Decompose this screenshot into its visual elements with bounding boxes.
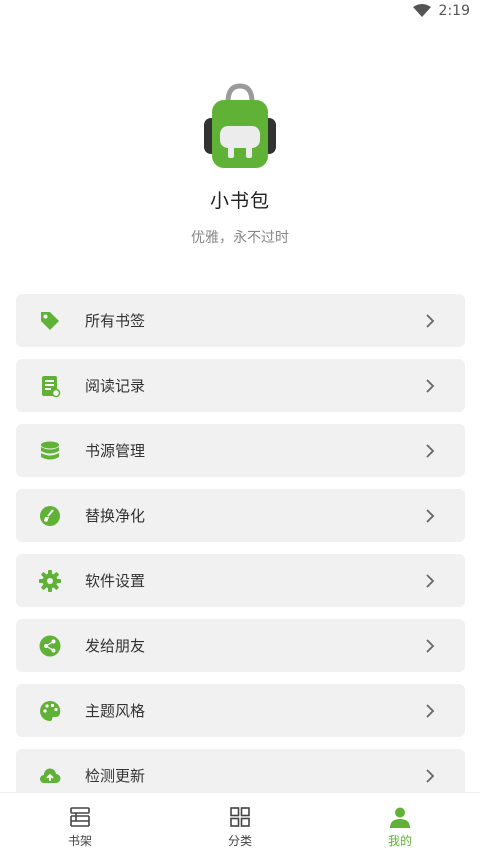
status-bar: 2:19 [0,0,480,24]
backpack-icon [204,83,276,168]
chevron-right-icon [426,768,435,783]
profile-header: 小书包 优雅，永不过时 [0,80,480,247]
app-logo [192,80,288,176]
bookmark-tag-icon [39,310,61,332]
nav-tab-category[interactable]: 分类 [160,793,320,854]
chevron-right-icon [426,638,435,653]
menu-item-settings[interactable]: 软件设置 [16,554,465,607]
cloud-upload-icon [39,765,61,787]
menu-label: 所有书签 [85,312,146,330]
database-icon [39,440,61,462]
app-slogan: 优雅，永不过时 [191,230,289,246]
share-icon [39,635,61,657]
chevron-right-icon [426,443,435,458]
bookshelf-icon [70,807,90,827]
menu-label: 替换净化 [85,507,146,525]
wifi-icon [412,4,431,17]
menu-item-replace-clean[interactable]: 替换净化 [16,489,465,542]
nav-tab-mine[interactable]: 我的 [320,793,480,854]
menu-item-share[interactable]: 发给朋友 [16,619,465,672]
status-time: 2:19 [438,3,470,19]
chevron-right-icon [426,508,435,523]
chevron-right-icon [426,573,435,588]
menu-label: 软件设置 [85,572,146,590]
chevron-right-icon [426,703,435,718]
chevron-right-icon [426,378,435,393]
person-icon [390,807,410,828]
menu-label: 阅读记录 [85,377,146,395]
menu-label: 主题风格 [85,702,146,720]
menu-label: 发给朋友 [85,637,146,655]
nav-label: 我的 [387,834,412,848]
chevron-right-icon [426,313,435,328]
reading-history-icon [39,375,61,397]
grid-icon [230,807,250,827]
bottom-navigation: 书架 分类 我的 [0,792,480,854]
gear-icon [39,569,61,592]
app-name: 小书包 [209,190,270,212]
menu-item-reading-history[interactable]: 阅读记录 [16,359,465,412]
menu-item-theme[interactable]: 主题风格 [16,684,465,737]
settings-menu: 所有书签 阅读记录 书源管理 替换净化 软件设置 发给朋友 主题风格 检测更新 [16,294,465,814]
nav-label: 分类 [227,834,252,848]
palette-icon [39,700,61,722]
menu-item-book-sources[interactable]: 书源管理 [16,424,465,477]
menu-label: 检测更新 [85,767,146,785]
nav-label: 书架 [67,834,92,848]
menu-item-bookmarks[interactable]: 所有书签 [16,294,465,347]
clean-brush-icon [39,505,61,527]
menu-label: 书源管理 [85,442,146,460]
nav-tab-bookshelf[interactable]: 书架 [0,793,160,854]
